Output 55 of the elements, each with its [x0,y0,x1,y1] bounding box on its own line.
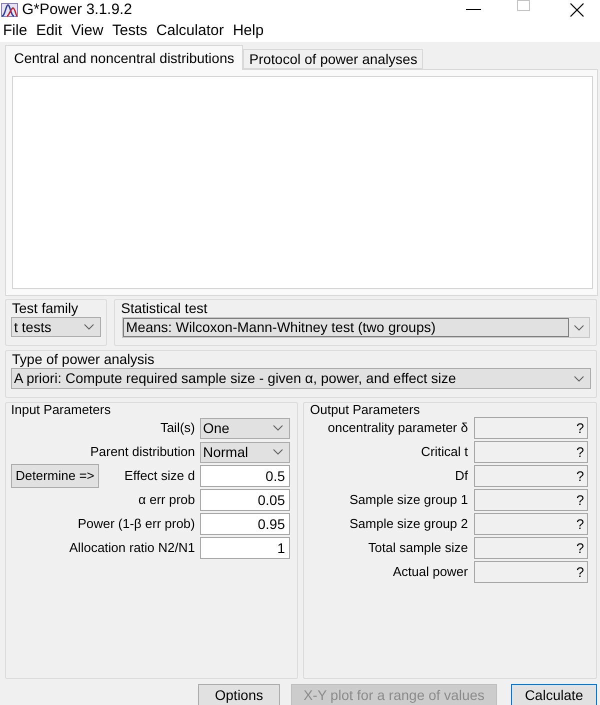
action-button[interactable]: Options [198,684,280,705]
parameter-label: Power (1-β err prob) [76,515,196,534]
parameter-field[interactable]: 1 [200,537,290,559]
parameter-label: Df [454,467,469,486]
parameter-field[interactable]: 0.05 [200,489,290,511]
group-label: Type of power analysis [11,351,154,366]
group-label: Test family [11,300,78,315]
close-icon[interactable] [570,2,584,16]
test-family-dropdown[interactable]: t tests [11,317,101,337]
output-field: ? [474,465,588,487]
chevron-down-icon [574,376,584,382]
determine-button[interactable]: Determine => [11,464,99,488]
minimize-icon[interactable] [466,9,481,10]
parameter-field[interactable]: 0.5 [200,465,290,487]
menu-item[interactable]: Calculator [156,22,224,39]
menu-item[interactable]: View [71,22,104,39]
parameter-label: α err prob [137,491,196,510]
chevron-down-icon [273,425,283,431]
parameter-label: Parent distribution [89,443,196,462]
output-field: ? [474,537,588,559]
app-logo-icon [1,2,18,16]
parameter-label: Actual power [392,563,469,582]
parameter-label: Critical t [420,443,469,462]
parameter-label: Sample size group 2 [348,515,469,534]
tab[interactable]: Protocol of power analyses [243,49,424,69]
window-title: G*Power 3.1.9.2 [22,1,132,18]
parameter-label: Tail(s) [159,419,196,438]
action-button[interactable]: Calculate [511,684,597,705]
parameter-label: Effect size d [123,467,196,486]
chevron-down-icon [273,449,283,455]
tab[interactable]: Central and noncentral distributions [5,45,244,70]
parameter-label: Allocation ratio N2/N1 [68,539,196,558]
menu-item[interactable]: Help [232,22,264,39]
panel-title: Output Parameters [309,403,420,416]
parameter-label: oncentrality parameter δ [326,419,469,438]
parameter-label: Total sample size [367,539,469,558]
parameter-label: Sample size group 1 [348,491,469,510]
statistical-test-dropdown[interactable]: Means: Wilcoxon-Mann-Whitney test (two groups) [122,317,590,338]
maximize-icon[interactable] [517,0,530,11]
menu-item[interactable]: File [3,22,28,39]
output-field: ? [474,417,588,439]
parameter-dropdown[interactable]: Normal [200,442,290,462]
output-field: ? [474,513,588,535]
output-field: ? [474,441,588,463]
chevron-down-icon [574,324,584,330]
parameter-dropdown[interactable]: One [200,418,290,438]
output-field: ? [474,489,588,511]
menu-item[interactable]: Edit [36,22,62,39]
menu-item[interactable]: Tests [112,22,148,39]
output-field: ? [474,561,588,583]
chevron-down-icon [84,324,94,330]
group-label: Statistical test [120,300,208,315]
power-analysis-dropdown[interactable]: A priori: Compute required sample size - given α, power, and effect size [11,368,591,389]
parameter-field[interactable]: 0.95 [200,513,290,535]
panel-title: Input Parameters [10,403,111,416]
